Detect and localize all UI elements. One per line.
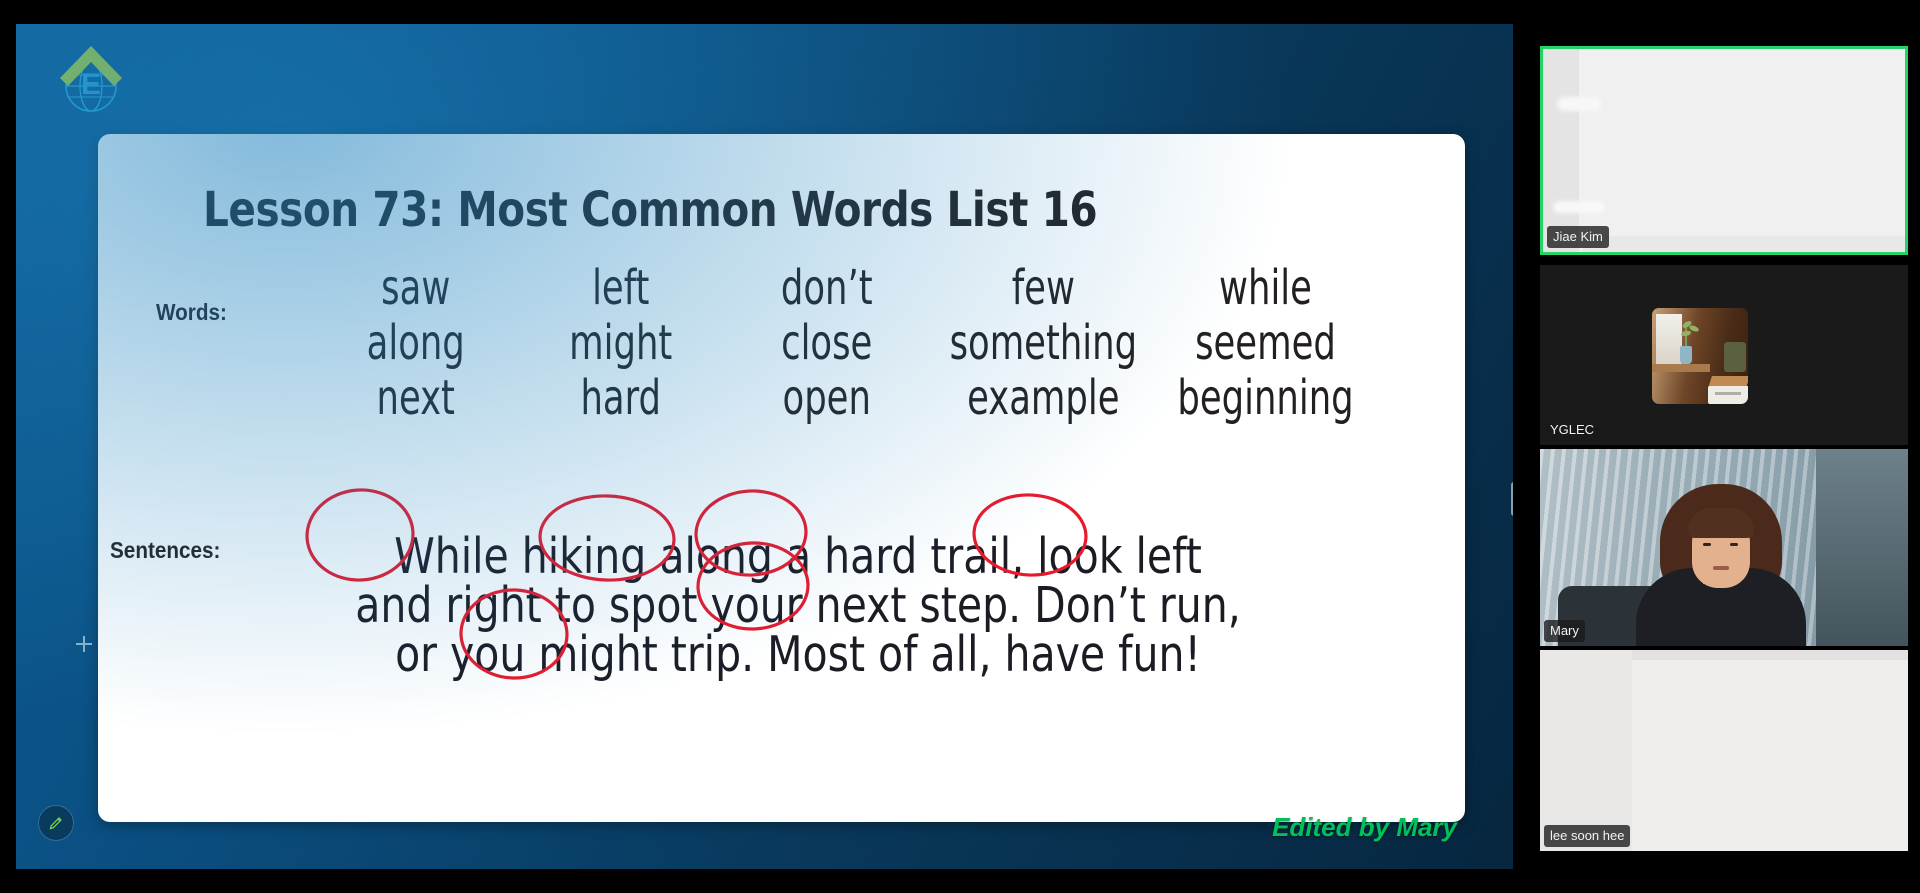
room-thumbnail [1652, 308, 1748, 404]
participant-tile-jiae-kim[interactable]: Jiae Kim [1540, 46, 1908, 255]
word-item: saw [381, 260, 451, 316]
word-item: next [376, 369, 455, 426]
word-item: open [782, 369, 871, 426]
lesson-slide: Lesson 73: Most Common Words List 16 Wor… [98, 134, 1465, 822]
sentences-block: While hiking along a hard trail, look le… [238, 532, 1358, 679]
sentence-line: While hiking along a hard trail, look le… [394, 528, 1202, 585]
words-grid: saw left don’t few while along might clo… [313, 262, 1373, 424]
sentence-line: or you might trip. Most of all, have fun… [395, 626, 1201, 683]
screen-content [1540, 650, 1908, 851]
word-item: while [1219, 260, 1312, 316]
word-item: close [781, 314, 873, 371]
yglec-logo: E [52, 42, 130, 120]
sentence-line: and right to spot your next step. Don’t … [355, 577, 1241, 634]
crosshair-icon [76, 636, 92, 652]
participant-name: Mary [1544, 620, 1585, 642]
participant-name: Jiae Kim [1547, 226, 1609, 248]
participant-filmstrip[interactable]: Jiae Kim YGLEC Mary lee soon hee [1540, 46, 1908, 851]
word-item: few [1012, 260, 1076, 316]
word-item: left [592, 260, 650, 316]
svg-text:E: E [81, 68, 101, 101]
screen-content [1543, 49, 1905, 252]
word-item: example [967, 369, 1120, 426]
zoom-meeting-window: E Lesson 73: Most Common Words List 16 W… [0, 0, 1920, 893]
shared-screen-stage[interactable]: E Lesson 73: Most Common Words List 16 W… [16, 24, 1513, 869]
word-item: don’t [780, 260, 873, 316]
participant-name: lee soon hee [1544, 825, 1631, 847]
word-item: might [569, 314, 673, 371]
participant-tile-yglec[interactable]: YGLEC [1540, 265, 1908, 445]
word-item: hard [580, 369, 662, 426]
participant-name: YGLEC [1544, 419, 1601, 441]
webcam-video [1540, 449, 1908, 646]
words-label: Words: [156, 299, 227, 325]
word-item: seemed [1195, 314, 1336, 371]
panel-resize-handle[interactable] [1511, 482, 1513, 516]
edited-by-credit: Edited by Mary [1272, 812, 1457, 842]
participant-tile-mary[interactable]: Mary [1540, 449, 1908, 646]
slide-title: Lesson 73: Most Common Words List 16 [203, 182, 1098, 238]
word-item: beginning [1177, 369, 1354, 426]
participant-tile-lee-soon-hee[interactable]: lee soon hee [1540, 650, 1908, 851]
sentences-label: Sentences: [110, 537, 221, 563]
pen-icon[interactable] [38, 805, 74, 841]
word-item: along [366, 314, 465, 371]
word-item: something [949, 314, 1138, 371]
